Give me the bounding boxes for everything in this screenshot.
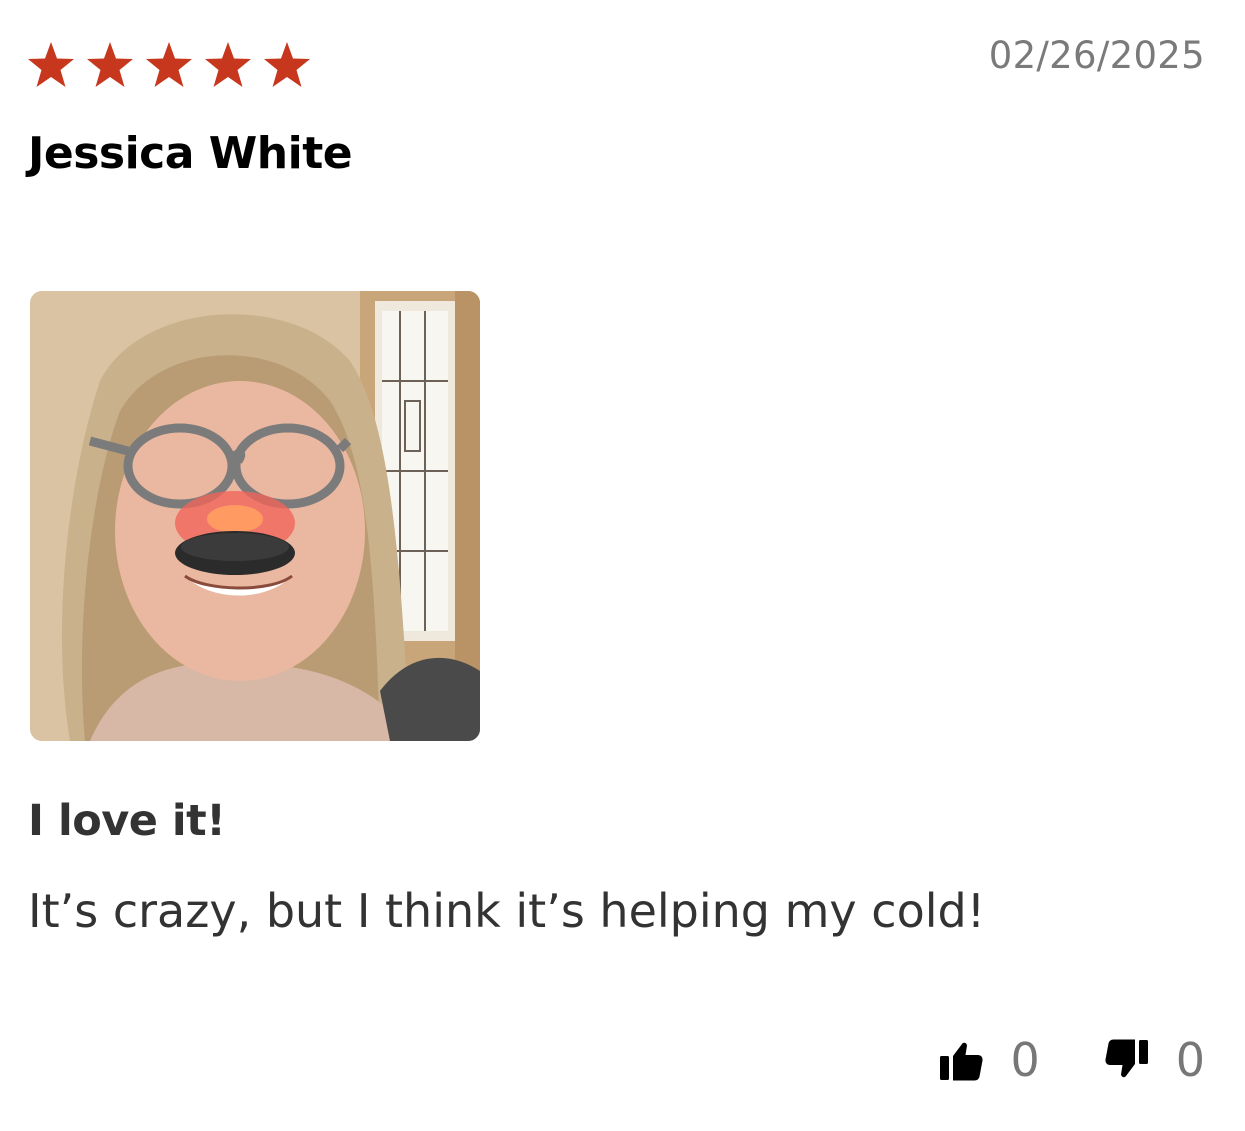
review-card: 02/26/2025 Jessica White I love it! It’s… [0, 0, 1245, 1131]
helpful-votes: 0 0 [938, 1030, 1205, 1090]
thumbs-up-vote[interactable]: 0 [938, 1033, 1040, 1087]
thumbs-down-vote[interactable]: 0 [1104, 1037, 1205, 1083]
review-title: I love it! [28, 796, 226, 846]
star-icon [203, 40, 253, 90]
star-icon [262, 40, 312, 90]
star-icon [144, 40, 194, 90]
thumbs-down-icon[interactable] [1104, 1037, 1150, 1083]
reviewer-name: Jessica White [28, 128, 353, 179]
thumbs-up-count: 0 [1010, 1033, 1040, 1087]
star-icon [85, 40, 135, 90]
star-icon [26, 40, 76, 90]
star-rating [26, 40, 312, 90]
review-photo[interactable] [30, 291, 480, 741]
thumbs-up-icon[interactable] [938, 1037, 984, 1083]
thumbs-down-count: 0 [1175, 1033, 1205, 1087]
review-body: It’s crazy, but I think it’s helping my … [28, 884, 986, 938]
review-date: 02/26/2025 [988, 34, 1205, 77]
